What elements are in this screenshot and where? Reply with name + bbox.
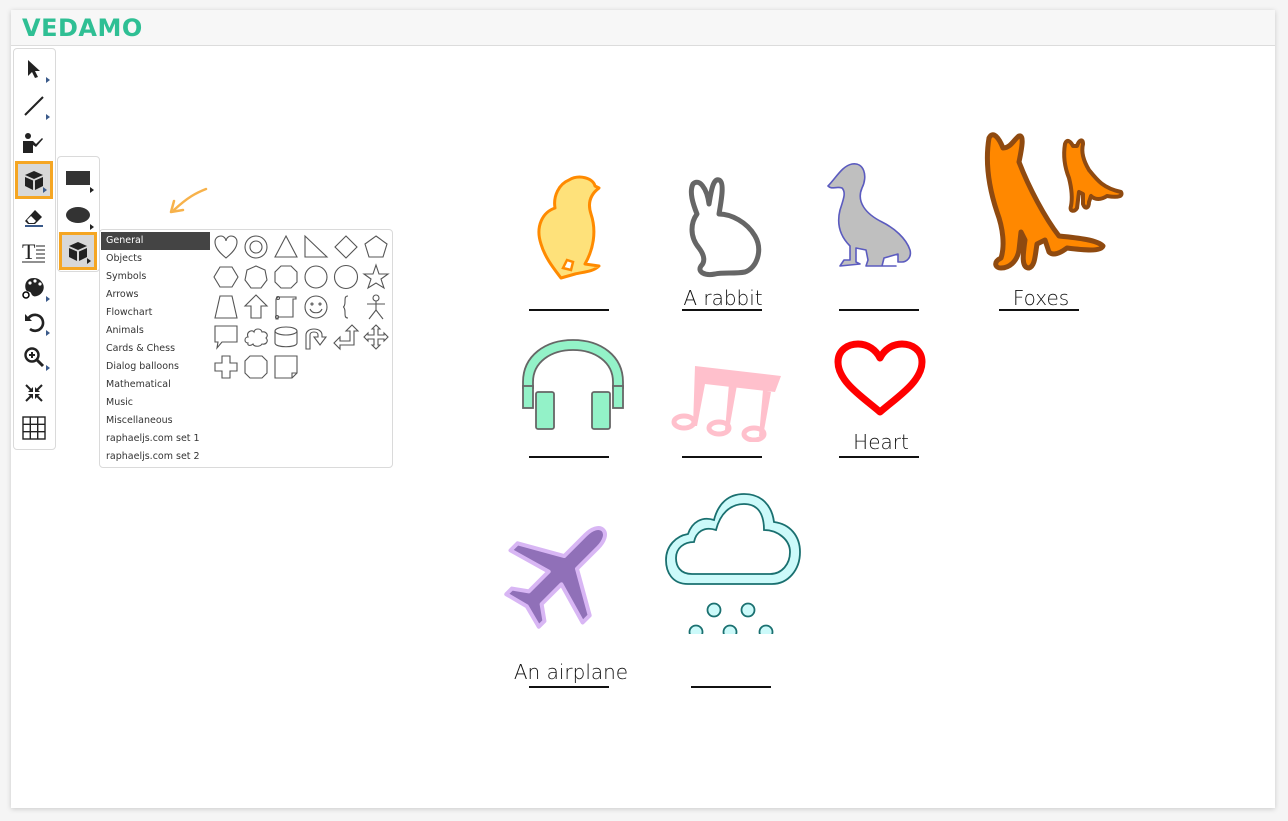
canvas-label[interactable]: Foxes bbox=[981, 286, 1101, 310]
snow-cloud-image[interactable] bbox=[664, 492, 802, 634]
line-icon bbox=[24, 96, 44, 116]
chick-image[interactable] bbox=[533, 174, 605, 282]
submenu-indicator bbox=[46, 296, 50, 302]
music-notes-image[interactable] bbox=[667, 366, 783, 442]
app-window: VEDAMO T General Objects Symbols Arrows … bbox=[11, 10, 1275, 808]
label-underline bbox=[839, 309, 919, 311]
canvas-label[interactable]: A rabbit bbox=[663, 286, 783, 310]
palette-icon bbox=[22, 278, 44, 299]
fit-view-button[interactable] bbox=[15, 376, 53, 410]
presenter-tool-button[interactable] bbox=[15, 126, 53, 160]
label-underline bbox=[999, 309, 1079, 311]
line-tool-button[interactable] bbox=[15, 89, 53, 123]
airplane-image[interactable] bbox=[499, 510, 621, 636]
main-toolbar: T bbox=[13, 48, 56, 450]
heart-image[interactable] bbox=[834, 340, 926, 418]
undo-icon bbox=[25, 313, 45, 333]
select-tool-button[interactable] bbox=[15, 52, 53, 86]
label-underline bbox=[529, 309, 609, 311]
eraser-icon bbox=[25, 210, 43, 227]
text-tool-button[interactable]: T bbox=[15, 235, 53, 269]
vedamo-logo: VEDAMO bbox=[22, 14, 143, 42]
submenu-indicator bbox=[46, 365, 50, 371]
submenu-indicator bbox=[43, 187, 47, 193]
undo-tool-button[interactable] bbox=[15, 305, 53, 339]
grid-toggle-button[interactable] bbox=[15, 411, 53, 445]
top-bar: VEDAMO bbox=[11, 10, 1275, 46]
submenu-indicator bbox=[46, 114, 50, 120]
label-underline bbox=[691, 686, 771, 688]
duck-image[interactable] bbox=[826, 162, 920, 268]
compress-icon bbox=[25, 384, 43, 402]
foxes-image[interactable] bbox=[979, 128, 1129, 274]
submenu-indicator bbox=[46, 330, 50, 336]
zoom-tool-button[interactable] bbox=[15, 340, 53, 374]
canvas-label[interactable]: Heart bbox=[821, 430, 941, 454]
cursor-arrow-icon bbox=[28, 60, 40, 78]
canvas-label[interactable]: An airplane bbox=[511, 660, 631, 684]
label-underline bbox=[682, 456, 762, 458]
label-underline bbox=[682, 309, 762, 311]
presenter-icon bbox=[23, 133, 43, 153]
color-tool-button[interactable] bbox=[15, 271, 53, 305]
label-underline bbox=[839, 456, 919, 458]
text-icon: T bbox=[22, 240, 45, 264]
zoom-in-icon bbox=[24, 347, 45, 368]
cube-icon bbox=[25, 171, 43, 190]
svg-text:T: T bbox=[22, 240, 36, 264]
label-underline bbox=[529, 686, 609, 688]
grid-icon bbox=[22, 416, 46, 440]
submenu-indicator bbox=[46, 77, 50, 83]
label-underline bbox=[529, 456, 609, 458]
eraser-tool-button[interactable] bbox=[15, 201, 53, 235]
headphones-image[interactable] bbox=[521, 338, 625, 432]
rabbit-image[interactable] bbox=[679, 174, 763, 280]
shapes-tool-button[interactable] bbox=[15, 161, 53, 199]
